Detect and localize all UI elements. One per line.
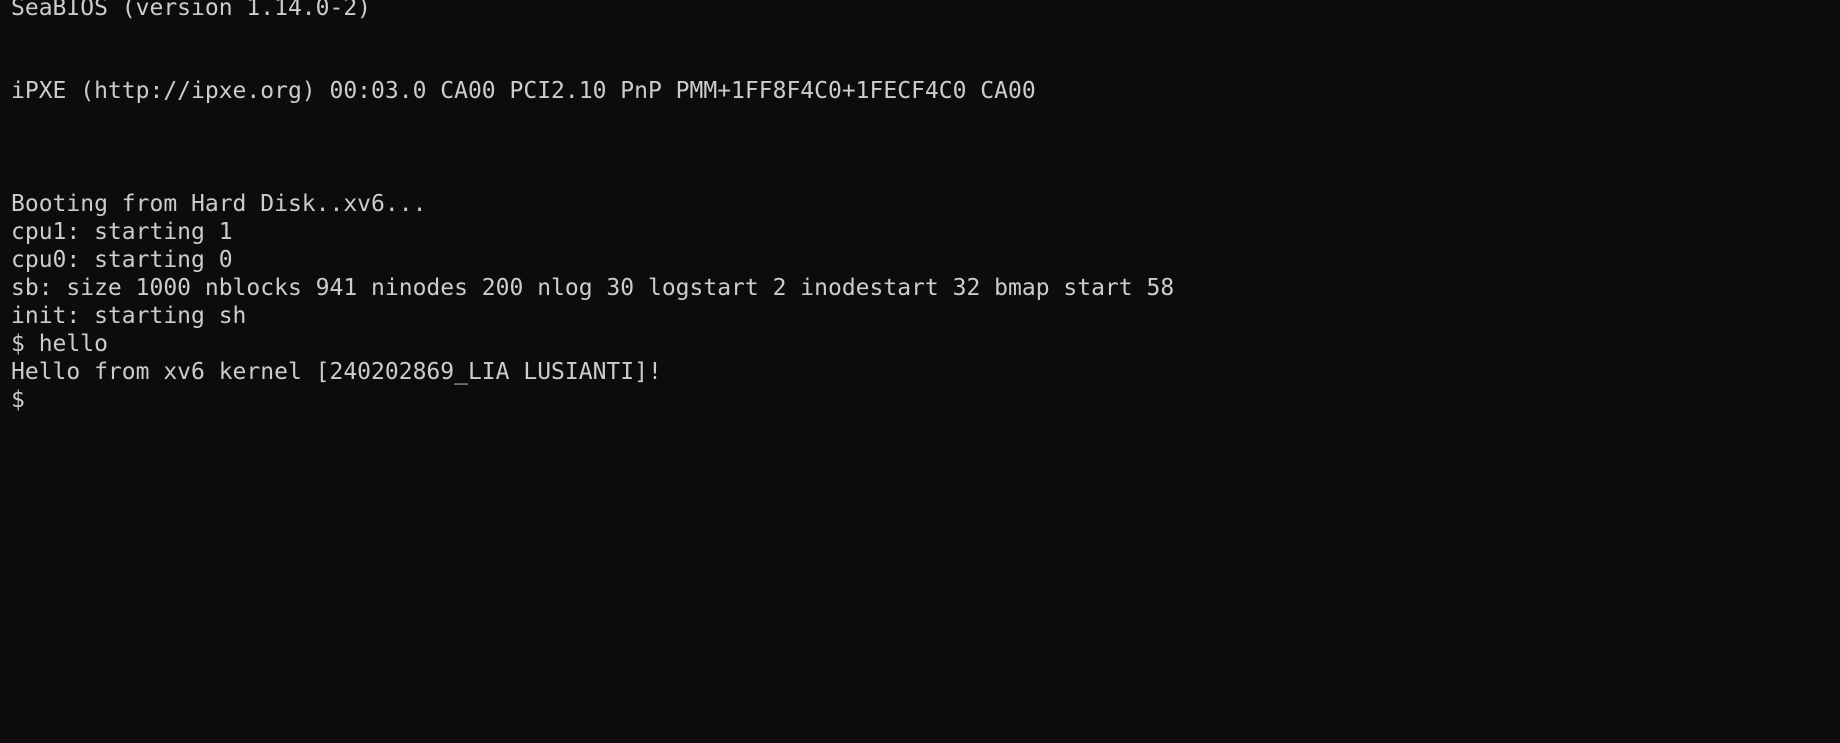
init-shell-line: init: starting sh bbox=[11, 303, 247, 329]
ipxe-info-line: iPXE (http://ipxe.org) 00:03.0 CA00 PCI2… bbox=[11, 78, 1036, 104]
boot-message-line: Booting from Hard Disk..xv6... bbox=[11, 191, 427, 217]
hello-command-line: $ hello bbox=[11, 331, 108, 357]
superblock-info-line: sb: size 1000 nblocks 941 ninodes 200 nl… bbox=[11, 275, 1175, 301]
seabios-version-line: SeaBIOS (version 1.14.0-2) bbox=[11, 0, 372, 21]
cpu1-start-line: cpu1: starting 1 bbox=[11, 219, 233, 245]
prompt-symbol: $ bbox=[11, 387, 25, 413]
terminal-window[interactable]: SeaBIOS (version 1.14.0-2) iPXE (http://… bbox=[0, 0, 1840, 743]
shell-prompt[interactable]: $ bbox=[11, 386, 25, 414]
cpu0-start-line: cpu0: starting 0 bbox=[11, 247, 233, 273]
hello-output-line: Hello from xv6 kernel [240202869_LIA LUS… bbox=[11, 359, 662, 385]
